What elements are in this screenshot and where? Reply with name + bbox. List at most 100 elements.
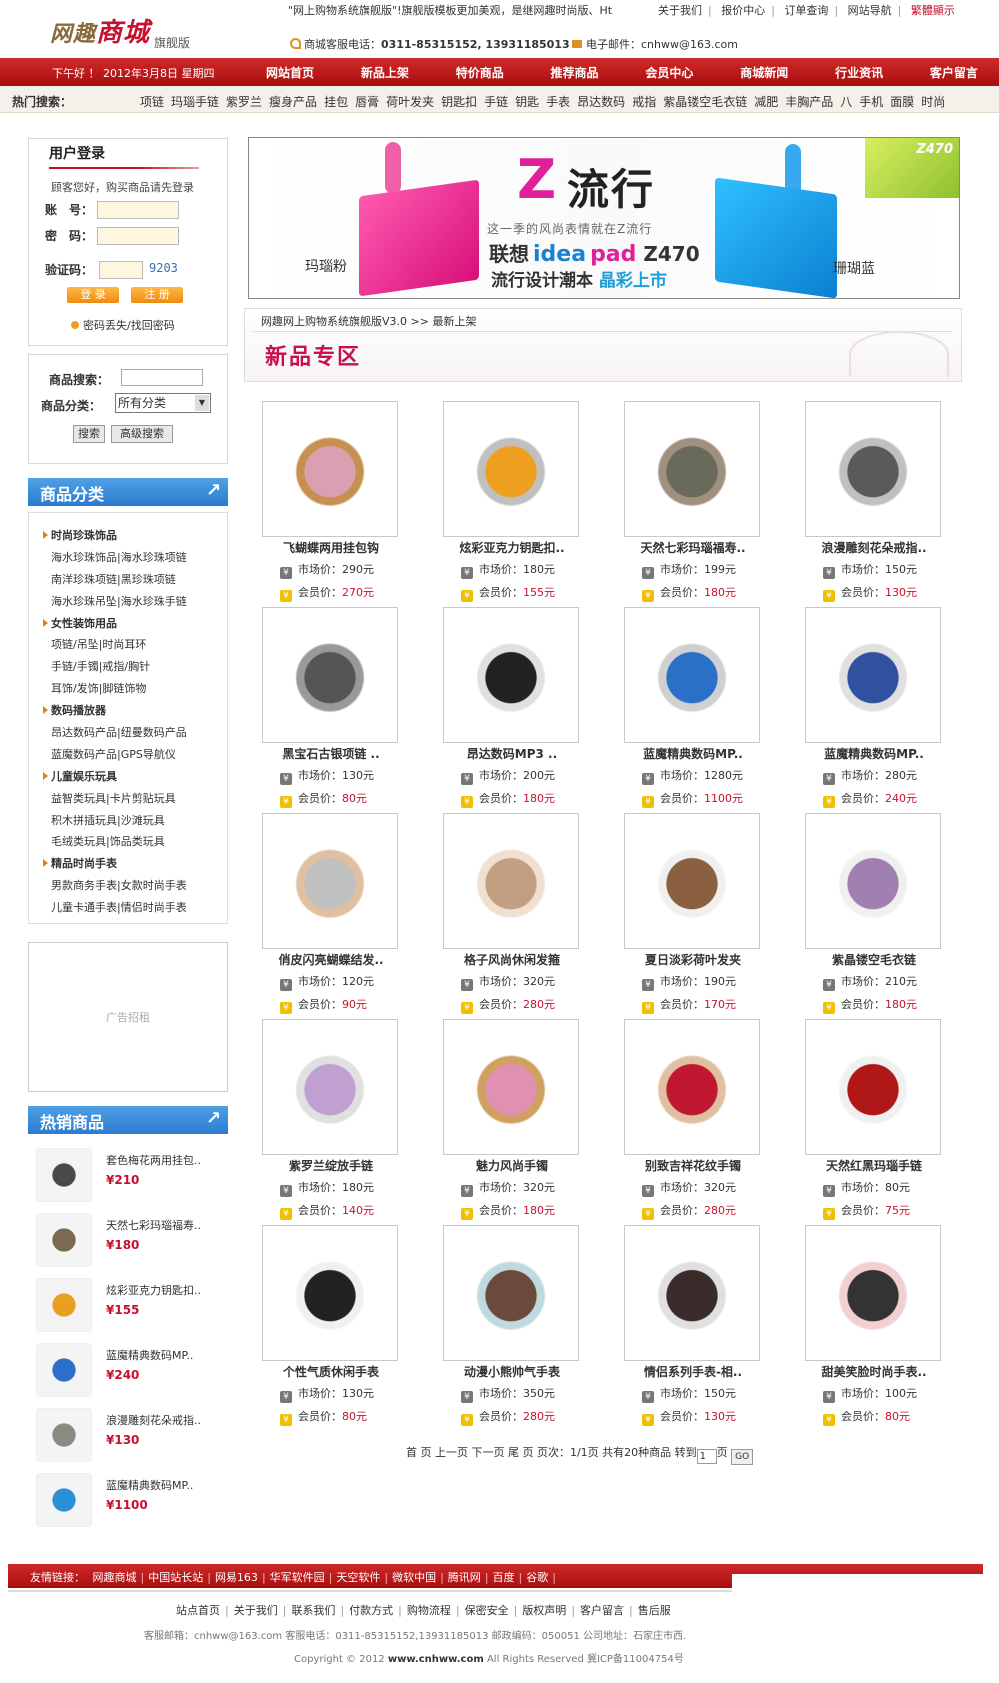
arrow-up-right-icon[interactable]: ↗ [206,1110,224,1128]
friend-link[interactable]: 中国站长站 [148,1571,203,1584]
product-image[interactable] [443,401,579,537]
account-input[interactable] [97,201,179,219]
category-item[interactable]: 男款商务手表|女款时尚手表 [29,877,227,899]
hot-search-word[interactable]: 减肥 [754,95,778,109]
hot-product-thumbnail[interactable] [36,1213,92,1267]
product-image[interactable] [624,1225,760,1361]
hot-product-thumbnail[interactable] [36,1278,92,1332]
email-address[interactable]: cnhww@163.com [641,38,738,51]
product-card[interactable]: 天然七彩玛瑙福寿.. ¥ 市场价：199元 ¥ 会员价：180元 [610,401,770,602]
hot-search-word[interactable]: 紫晶镂空毛衣链 [663,95,747,109]
hot-product-item[interactable]: 套色梅花两用挂包.. ¥210 [36,1146,236,1206]
promo-banner[interactable]: Z 流行 这一季的风尚表情就在Z流行 联想 idea pad Z470 流行设计潮本… [248,137,960,299]
footer-link[interactable]: 保密安全 [465,1604,509,1617]
nav-guestbook[interactable]: 客户留言 [926,64,982,81]
register-button[interactable]: 注 册 [131,287,183,303]
product-image[interactable] [624,813,760,949]
go-button[interactable]: GO [731,1449,754,1465]
product-image[interactable] [624,401,760,537]
footer-link[interactable]: 售后服 [638,1604,671,1617]
page-input[interactable]: 1 [696,1449,717,1464]
category-select[interactable]: 所有分类 ▼ [115,393,211,413]
category-item[interactable]: 项链/吊坠|时尚耳环 [29,636,227,658]
product-card[interactable]: 炫彩亚克力钥匙扣.. ¥ 市场价：180元 ¥ 会员价：155元 [429,401,589,602]
site-url[interactable]: www.cnhww.com [388,1654,484,1665]
toplink-quote[interactable]: 报价中心 [721,4,765,17]
toplink-about[interactable]: 关于我们 [658,4,702,17]
product-image[interactable] [805,813,941,949]
category-group[interactable]: 数码播放器 [29,702,227,724]
product-image[interactable] [805,607,941,743]
product-image[interactable] [262,813,398,949]
category-item[interactable]: 蓝魔数码产品|GPS导航仪 [29,746,227,768]
category-item[interactable]: 海水珍珠吊坠|海水珍珠手链 [29,593,227,615]
product-name[interactable]: 甜美笑脸时尚手表.. [791,1363,957,1380]
nav-new[interactable]: 新品上架 [357,64,413,81]
hot-search-word[interactable]: 昂达数码 [577,95,625,109]
footer-link[interactable]: 版权声明 [522,1604,566,1617]
product-image[interactable] [805,401,941,537]
nav-home[interactable]: 网站首页 [262,64,318,81]
product-image[interactable] [624,607,760,743]
hot-product-name[interactable]: 蓝魔精典数码MP.. [106,1347,193,1363]
hot-search-word[interactable]: 唇膏 [355,95,379,109]
toplink-sitemap[interactable]: 网站导航 [848,4,892,17]
product-card[interactable]: 飞蝴蝶两用挂包钩 ¥ 市场价：290元 ¥ 会员价：270元 [248,401,408,602]
hot-search-word[interactable]: 面膜 [890,95,914,109]
product-card[interactable]: 昂达数码MP3 .. ¥ 市场价：200元 ¥ 会员价：180元 [429,607,589,808]
product-image[interactable] [443,607,579,743]
product-name[interactable]: 个性气质休闲手表 [248,1363,414,1380]
product-card[interactable]: 格子风尚休闲发箍 ¥ 市场价：320元 ¥ 会员价：280元 [429,813,589,1014]
password-input[interactable] [97,227,179,245]
product-card[interactable]: 黑宝石古银项链 .. ¥ 市场价：130元 ¥ 会员价：80元 [248,607,408,808]
product-name[interactable]: 格子风尚休闲发箍 [429,951,595,968]
category-item[interactable]: 耳饰/发饰|脚链饰物 [29,680,227,702]
hot-search-word[interactable]: 手机 [859,95,883,109]
footer-link[interactable]: 购物流程 [407,1604,451,1617]
product-image[interactable] [262,1225,398,1361]
product-card[interactable]: 动漫小熊帅气手表 ¥ 市场价：350元 ¥ 会员价：280元 [429,1225,589,1426]
hot-search-word[interactable]: 玛瑙手链 [171,95,219,109]
product-image[interactable] [624,1019,760,1155]
hot-search-word[interactable]: 挂包 [324,95,348,109]
friend-link[interactable]: 网趣商城 [93,1571,137,1584]
hot-search-word[interactable]: 手表 [546,95,570,109]
breadcrumb[interactable]: 网趣网上购物系统旗舰版V3.0 >> 最新上架 [261,313,476,329]
product-card[interactable]: 俏皮闪亮蝴蝶结发.. ¥ 市场价：120元 ¥ 会员价：90元 [248,813,408,1014]
product-card[interactable]: 个性气质休闲手表 ¥ 市场价：130元 ¥ 会员价：80元 [248,1225,408,1426]
friend-link[interactable]: 华军软件园 [270,1571,325,1584]
category-item[interactable]: 儿童卡通手表|情侣时尚手表 [29,899,227,921]
hot-search-word[interactable]: 荷叶发夹 [386,95,434,109]
friend-link[interactable]: 谷歌 [526,1571,548,1584]
nav-member[interactable]: 会员中心 [641,64,697,81]
hot-product-thumbnail[interactable] [36,1148,92,1202]
product-name[interactable]: 昂达数码MP3 .. [429,745,595,762]
pager-text[interactable]: 首 页 上一页 下一页 尾 页 页次：1/1页 共有20种商品 转到 [406,1446,697,1459]
product-card[interactable]: 紫晶镂空毛衣链 ¥ 市场价：210元 ¥ 会员价：180元 [791,813,951,1014]
product-name[interactable]: 黑宝石古银项链 .. [248,745,414,762]
hot-search-word[interactable]: 钥匙 [515,95,539,109]
product-card[interactable]: 情侣系列手表-相.. ¥ 市场价：150元 ¥ 会员价：130元 [610,1225,770,1426]
product-card[interactable]: 夏日淡彩荷叶发夹 ¥ 市场价：190元 ¥ 会员价：170元 [610,813,770,1014]
hot-product-name[interactable]: 套色梅花两用挂包.. [106,1152,201,1168]
product-name[interactable]: 俏皮闪亮蝴蝶结发.. [248,951,414,968]
hot-product-name[interactable]: 浪漫雕刻花朵戒指.. [106,1412,201,1428]
product-card[interactable]: 别致吉祥花纹手镯 ¥ 市场价：320元 ¥ 会员价：280元 [610,1019,770,1220]
product-card[interactable]: 蓝魔精典数码MP.. ¥ 市场价：1280元 ¥ 会员价：1100元 [610,607,770,808]
product-name[interactable]: 魅力风尚手镯 [429,1157,595,1174]
category-group[interactable]: 时尚珍珠饰品 [29,527,227,549]
category-group[interactable]: 精品时尚手表 [29,855,227,877]
hot-product-thumbnail[interactable] [36,1408,92,1462]
nav-special[interactable]: 特价商品 [452,64,508,81]
product-image[interactable] [262,1019,398,1155]
category-item[interactable]: 积木拼插玩具|沙滩玩具 [29,812,227,834]
product-name[interactable]: 飞蝴蝶两用挂包钩 [248,539,414,556]
hot-product-item[interactable]: 炫彩亚克力钥匙扣.. ¥155 [36,1276,236,1336]
category-item[interactable]: 南洋珍珠项链|黑珍珠项链 [29,571,227,593]
footer-link[interactable]: 联系我们 [291,1604,335,1617]
captcha-image[interactable]: 9203 [149,261,178,275]
captcha-input[interactable] [99,261,143,279]
product-name[interactable]: 情侣系列手表-相.. [610,1363,776,1380]
hot-product-thumbnail[interactable] [36,1343,92,1397]
friend-link[interactable]: 网易163 [215,1571,258,1584]
